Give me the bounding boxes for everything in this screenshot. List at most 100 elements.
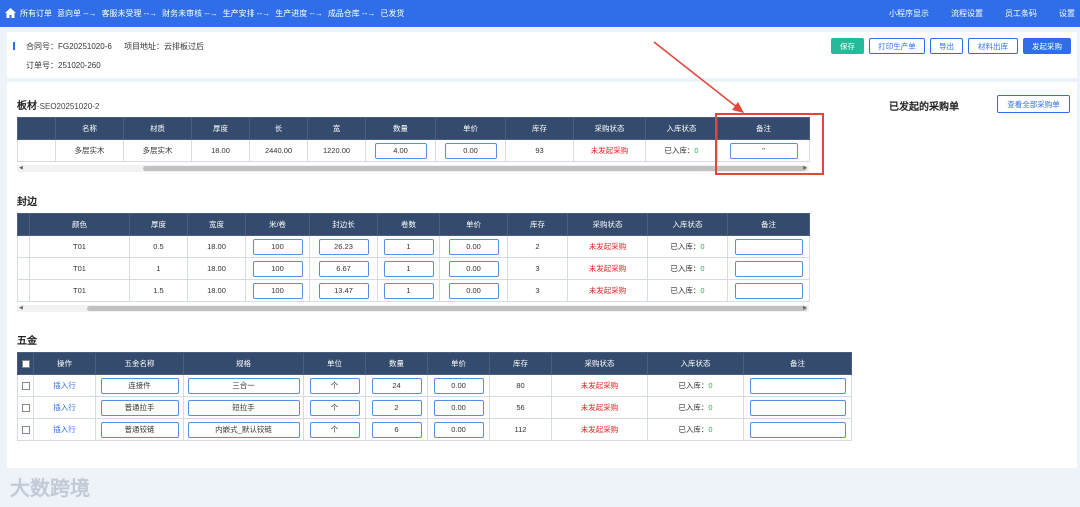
crumb-intent[interactable]: 意向单 --→ <box>57 8 97 19</box>
hardware-name-input[interactable]: 普通铰链 <box>100 421 179 438</box>
crumb-finance[interactable]: 财务未审核 --→ <box>162 8 218 19</box>
rolls-input[interactable]: 1 <box>383 260 434 277</box>
hardware-name-input[interactable]: 连接件 <box>100 377 179 394</box>
price-input[interactable]: 0.00 <box>448 238 499 255</box>
quantity-input[interactable]: 2 <box>371 399 422 416</box>
hardware-section-title: 五金 <box>17 336 37 347</box>
unit-input[interactable]: 个 <box>309 421 360 438</box>
insert-row-link[interactable]: 插入行 <box>33 374 96 397</box>
scroll-left-icon[interactable]: ◀ <box>19 165 23 171</box>
col-width: 宽度 <box>187 213 246 236</box>
start-purchase-button[interactable]: 发起采购 <box>1023 38 1071 54</box>
hardware-name-input[interactable]: 普通拉手 <box>100 399 179 416</box>
note-input[interactable] <box>749 399 846 416</box>
rolls-input[interactable]: 1 <box>383 238 434 255</box>
note-input[interactable] <box>734 260 803 277</box>
col-action: 操作 <box>33 352 96 375</box>
insert-row-link[interactable]: 插入行 <box>33 396 96 419</box>
instock-status: 已入库：0 <box>645 139 718 162</box>
edge-scrollbar[interactable]: ◀ ▶ <box>17 305 809 312</box>
crumb-all-orders[interactable]: 所有订单 <box>20 8 52 19</box>
col-length: 长 <box>249 117 308 140</box>
crumb-shipped[interactable]: 已发货 <box>380 8 404 19</box>
unit-input[interactable]: 个 <box>309 399 360 416</box>
edge-length-input[interactable]: 26.23 <box>318 238 369 255</box>
spec-input[interactable]: 短拉手 <box>187 399 300 416</box>
annotation-arrow-icon <box>653 41 744 113</box>
col-quantity: 数量 <box>365 352 428 375</box>
col-thickness: 厚度 <box>129 213 188 236</box>
crumb-warehouse[interactable]: 成品仓库 --→ <box>328 8 376 19</box>
price-input[interactable]: 0.00 <box>448 282 499 299</box>
note-input[interactable] <box>734 282 803 299</box>
col-stock: 库存 <box>507 213 568 236</box>
meters-per-roll-input[interactable]: 100 <box>252 282 303 299</box>
spec-input[interactable]: 内嵌式_默认铰链 <box>187 421 300 438</box>
edge-length-input[interactable]: 13.47 <box>318 282 369 299</box>
unit-input[interactable]: 个 <box>309 377 360 394</box>
view-all-purchases-button[interactable]: 查看全部采购单 <box>997 95 1070 113</box>
col-spec: 规格 <box>183 352 304 375</box>
settings-link[interactable]: 设置 <box>1059 8 1075 19</box>
price-input[interactable]: 0.00 <box>433 377 484 394</box>
note-input[interactable] <box>749 421 846 438</box>
board-section-title: 板材-SEO20251020-2 <box>17 101 100 112</box>
home-icon[interactable] <box>5 8 16 20</box>
row-checkbox[interactable] <box>21 426 30 434</box>
row-checkbox[interactable] <box>21 382 30 390</box>
col-note: 备注 <box>743 352 852 375</box>
table-row: 多层实木 多层实木 18.00 2440.00 1220.00 4.00 0.0… <box>17 139 810 162</box>
col-material: 材质 <box>123 117 192 140</box>
col-note: 备注 <box>727 213 810 236</box>
price-input[interactable]: 0.00 <box>433 399 484 416</box>
export-button[interactable]: 导出 <box>930 38 963 54</box>
col-meters-per-roll: 米/卷 <box>245 213 310 236</box>
col-hardware-name: 五金名称 <box>95 352 184 375</box>
note-input[interactable] <box>749 377 846 394</box>
quantity-input[interactable]: 6 <box>371 421 422 438</box>
board-scrollbar[interactable]: ◀ ▶ <box>17 165 809 172</box>
meters-per-roll-input[interactable]: 100 <box>252 238 303 255</box>
quantity-input[interactable]: 4.00 <box>374 142 427 159</box>
col-price: 单价 <box>435 117 506 140</box>
spec-input[interactable]: 三合一 <box>187 377 300 394</box>
table-row: T01 1 18.00 100 6.67 1 0.00 3 未发起采购 已入库：… <box>17 257 810 280</box>
select-all-checkbox[interactable] <box>21 360 30 368</box>
edge-length-input[interactable]: 6.67 <box>318 260 369 277</box>
col-purchase-status: 采购状态 <box>573 117 646 140</box>
scroll-left-icon[interactable]: ◀ <box>19 305 23 311</box>
employee-barcode-link[interactable]: 员工条码 <box>1005 8 1037 19</box>
quantity-input[interactable]: 24 <box>371 377 422 394</box>
purchase-status: 未发起采购 <box>567 279 648 302</box>
row-checkbox[interactable] <box>21 404 30 412</box>
table-row: 插入行 普通铰链 内嵌式_默认铰链 个 6 0.00 112 未发起采购 已入库… <box>17 418 852 441</box>
col-stock: 库存 <box>505 117 574 140</box>
note-input[interactable] <box>734 238 803 255</box>
purchase-status: 未发起采购 <box>551 374 648 397</box>
price-input[interactable]: 0.00 <box>448 260 499 277</box>
price-input[interactable]: 0.00 <box>444 142 497 159</box>
table-row: T01 0.5 18.00 100 26.23 1 0.00 2 未发起采购 已… <box>17 235 810 258</box>
scroll-right-icon[interactable]: ▶ <box>803 305 807 311</box>
material-out-button[interactable]: 材料出库 <box>968 38 1018 54</box>
instock-status: 已入库：0 <box>647 257 728 280</box>
col-price: 单价 <box>427 352 490 375</box>
col-instock-status: 入库状态 <box>647 352 744 375</box>
miniprogram-link[interactable]: 小程序显示 <box>889 8 929 19</box>
insert-row-link[interactable]: 插入行 <box>33 418 96 441</box>
flow-settings-link[interactable]: 流程设置 <box>951 8 983 19</box>
print-production-button[interactable]: 打印生产单 <box>869 38 925 54</box>
annotation-highlight-box <box>715 113 824 175</box>
price-input[interactable]: 0.00 <box>433 421 484 438</box>
save-button[interactable]: 保存 <box>831 38 864 54</box>
crumb-production-plan[interactable]: 生产安排 --→ <box>223 8 271 19</box>
rolls-input[interactable]: 1 <box>383 282 434 299</box>
meters-per-roll-input[interactable]: 100 <box>252 260 303 277</box>
crumb-cs[interactable]: 客服未受理 --→ <box>102 8 158 19</box>
table-row: 插入行 普通拉手 短拉手 个 2 0.00 56 未发起采购 已入库：0 <box>17 396 852 419</box>
col-width: 宽 <box>307 117 366 140</box>
col-thickness: 厚度 <box>191 117 250 140</box>
crumb-progress[interactable]: 生产进度 --→ <box>275 8 323 19</box>
watermark-logo: 大数跨境 <box>10 478 90 500</box>
board-table: 名称 材质 厚度 长 宽 数量 单价 库存 采购状态 入库状态 备注 多层实木 … <box>17 117 810 162</box>
